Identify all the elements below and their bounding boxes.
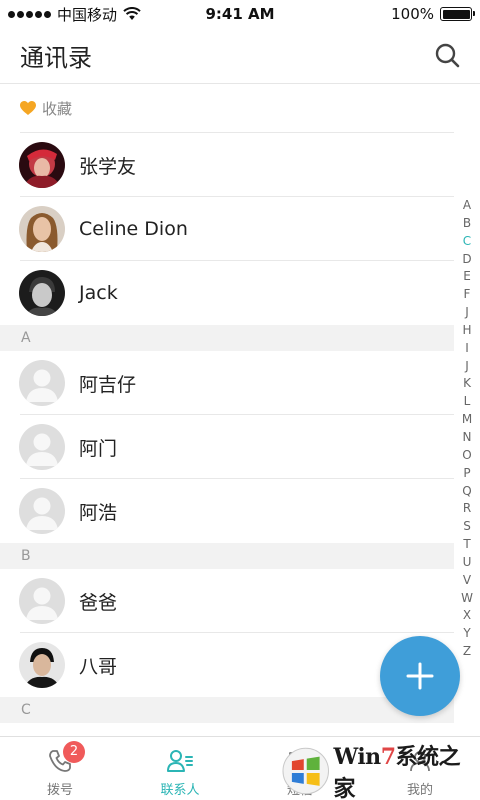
avatar-placeholder-icon xyxy=(19,424,65,470)
index-letter[interactable]: Y xyxy=(463,625,470,643)
index-letter[interactable]: Q xyxy=(462,483,471,501)
index-letter[interactable]: K xyxy=(463,375,471,393)
index-letter[interactable]: L xyxy=(464,393,471,411)
index-letter[interactable]: F xyxy=(464,286,471,304)
index-letter[interactable]: M xyxy=(462,411,472,429)
contact-name: 阿门 xyxy=(79,437,118,460)
avatar-placeholder-icon xyxy=(19,578,65,624)
battery-percent: 100% xyxy=(391,5,434,23)
index-letter[interactable]: N xyxy=(463,429,472,447)
index-letter[interactable]: R xyxy=(463,500,471,518)
page-title: 通讯录 xyxy=(20,44,92,72)
alphabet-index[interactable]: ABCDEFJHIJKLMNOPQRSTUVWXYZ xyxy=(460,197,474,661)
contact-name: Celine Dion xyxy=(79,218,188,240)
index-letter[interactable]: A xyxy=(463,197,471,215)
list-item[interactable]: 阿门 xyxy=(0,415,454,479)
list-item[interactable]: 阿吉仔 xyxy=(0,351,454,415)
plus-icon xyxy=(406,662,434,690)
windows-logo-icon xyxy=(282,747,330,795)
list-item[interactable]: 张学友 xyxy=(0,133,454,197)
list-item[interactable]: Jack xyxy=(0,261,454,325)
heart-icon xyxy=(20,101,36,115)
header: 通讯录 xyxy=(0,28,480,84)
avatar xyxy=(19,206,65,252)
index-letter[interactable]: D xyxy=(462,251,471,269)
index-letter[interactable]: U xyxy=(463,554,472,572)
index-letter[interactable]: E xyxy=(463,268,471,286)
tab-label: 联系人 xyxy=(160,783,200,798)
add-contact-button[interactable] xyxy=(380,636,460,716)
index-letter[interactable]: I xyxy=(465,340,469,358)
index-letter[interactable]: V xyxy=(463,572,471,590)
index-letter[interactable]: B xyxy=(463,215,471,233)
index-letter[interactable]: X xyxy=(463,607,471,625)
list-item[interactable]: Celine Dion xyxy=(0,197,454,261)
avatar-placeholder-icon xyxy=(19,360,65,406)
index-letter[interactable]: H xyxy=(462,322,471,340)
list-item[interactable]: 爸爸 xyxy=(0,569,454,633)
section-header-b: B xyxy=(0,543,454,569)
watermark-text: Win7系统之家 xyxy=(334,739,480,800)
status-right: 100% xyxy=(391,0,475,28)
battery-icon xyxy=(440,7,475,21)
contact-name: 张学友 xyxy=(79,155,137,178)
watermark: Win7系统之家 xyxy=(282,742,480,800)
missed-call-badge: 2 xyxy=(63,741,85,763)
avatar xyxy=(19,270,65,316)
index-letter[interactable]: J xyxy=(465,304,469,322)
search-icon xyxy=(435,43,460,68)
watermark-part: Win xyxy=(333,744,382,770)
contact-name: 阿浩 xyxy=(79,501,118,524)
contact-name: Jack xyxy=(79,282,118,304)
index-letter[interactable]: W xyxy=(461,590,473,608)
avatar xyxy=(19,142,65,188)
section-header-c: C xyxy=(0,697,454,723)
contacts-icon xyxy=(167,750,193,772)
index-letter[interactable]: Z xyxy=(463,643,471,661)
tab-label: 拨号 xyxy=(46,783,73,798)
phone-icon-wrap: 2 xyxy=(47,741,85,775)
avatar xyxy=(19,642,65,688)
status-bar: 中国移动 9:41 AM 100% xyxy=(0,0,480,28)
favorites-header: 收藏 xyxy=(20,85,454,133)
tab-dial[interactable]: 2 拨号 xyxy=(0,737,120,800)
avatar-placeholder-icon xyxy=(19,488,65,534)
index-letter[interactable]: T xyxy=(463,536,470,554)
contact-name: 爸爸 xyxy=(79,591,118,614)
section-header-a: A xyxy=(0,325,454,351)
contacts-icon-wrap xyxy=(166,747,194,775)
index-letter[interactable]: P xyxy=(463,465,470,483)
watermark-part: 7 xyxy=(380,744,396,770)
search-button[interactable] xyxy=(432,40,464,72)
index-letter[interactable]: O xyxy=(462,447,471,465)
index-letter[interactable]: J xyxy=(465,358,469,376)
favorites-label: 收藏 xyxy=(42,100,73,118)
tab-contacts[interactable]: 联系人 xyxy=(120,737,240,800)
contact-list[interactable]: 收藏 张学友 Celine Dion Jack A 阿吉仔 阿门 阿浩 B 爸爸… xyxy=(0,85,454,723)
index-letter[interactable]: C xyxy=(463,233,471,251)
contact-name: 八哥 xyxy=(79,655,118,678)
index-letter[interactable]: S xyxy=(463,518,471,536)
contact-name: 阿吉仔 xyxy=(79,373,137,396)
list-item[interactable]: 阿浩 xyxy=(0,479,454,543)
